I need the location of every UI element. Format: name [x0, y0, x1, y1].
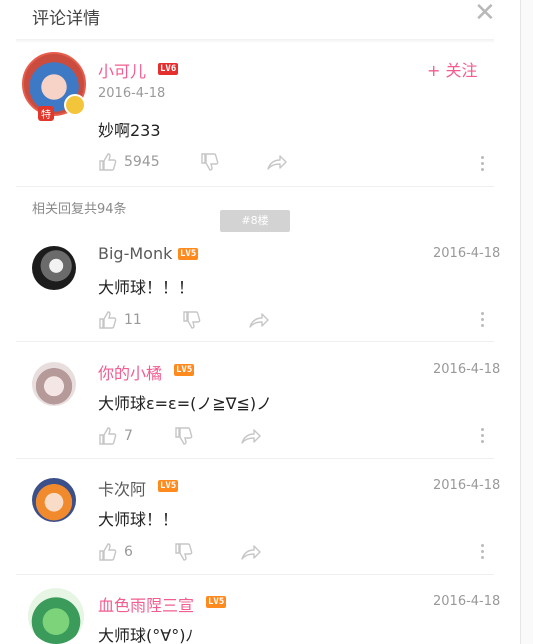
divider — [16, 186, 494, 187]
username[interactable]: 卡次阿 — [98, 476, 146, 500]
level-badge: LV5 — [206, 596, 227, 608]
divider — [16, 574, 494, 575]
comment-content: 大师球！！ — [98, 510, 179, 529]
share-icon[interactable] — [248, 310, 270, 330]
like-icon[interactable] — [98, 426, 118, 446]
header: 评论详情 ✕ — [0, 0, 520, 40]
close-icon[interactable]: ✕ — [474, 0, 496, 26]
comment-content: 大师球(°∀°)ﾉ — [98, 626, 194, 644]
scrollbar-track[interactable] — [520, 0, 533, 644]
list-item: 你的小橘 LV5 2016-4-18 大师球ε=ε=(ノ≧∇≦)ノ 7 — [0, 352, 520, 456]
avatar[interactable] — [28, 588, 84, 644]
more-icon[interactable] — [481, 312, 485, 330]
comment-date: 2016-4-18 — [433, 594, 501, 609]
like-count: 6 — [124, 544, 133, 560]
like-count: 7 — [124, 428, 133, 444]
avatar[interactable] — [32, 478, 76, 522]
avatar[interactable] — [32, 246, 76, 290]
follow-button[interactable]: + 关注 — [427, 57, 478, 81]
comment-date: 2016-4-18 — [433, 362, 501, 377]
list-item: Big-Monk LV5 2016-4-18 大师球！！！ 11 — [0, 236, 520, 340]
divider — [16, 341, 494, 342]
like-icon[interactable] — [98, 310, 118, 330]
comment-content: 大师球ε=ε=(ノ≧∇≦)ノ — [98, 394, 273, 413]
vip-badge-icon — [64, 94, 86, 116]
avatar[interactable] — [32, 362, 76, 406]
level-badge: LV6 — [158, 63, 179, 75]
more-icon[interactable] — [481, 544, 485, 562]
level-badge: LV5 — [174, 364, 195, 376]
more-icon[interactable] — [481, 156, 485, 174]
avatar[interactable]: 特 — [22, 52, 86, 121]
avatar-tag: 特 — [38, 106, 54, 121]
username[interactable]: Big-Monk — [98, 244, 172, 263]
dislike-icon[interactable] — [200, 152, 220, 172]
like-count: 11 — [124, 312, 142, 328]
level-badge: LV5 — [178, 248, 199, 260]
level-badge: LV5 — [158, 480, 179, 492]
dislike-icon[interactable] — [174, 426, 194, 446]
header-divider — [16, 39, 494, 43]
like-icon[interactable] — [98, 152, 118, 172]
comment-content: 妙啊233 — [98, 121, 161, 140]
more-icon[interactable] — [481, 428, 485, 446]
dislike-icon[interactable] — [174, 542, 194, 562]
username[interactable]: 你的小橘 — [98, 360, 162, 384]
replies-count-label: 相关回复共94条 — [32, 202, 127, 217]
share-icon[interactable] — [240, 542, 262, 562]
floor-tag: #8楼 — [220, 210, 290, 232]
page-title: 评论详情 — [32, 9, 100, 29]
share-icon[interactable] — [266, 152, 288, 172]
username[interactable]: 小可儿 — [98, 58, 146, 82]
comment-date: 2016-4-18 — [433, 478, 501, 493]
username[interactable]: 血色雨陧三宣 — [98, 592, 194, 616]
comment-date: 2016-4-18 — [433, 246, 501, 261]
list-item: 卡次阿 LV5 2016-4-18 大师球！！ 6 — [0, 468, 520, 572]
like-icon[interactable] — [98, 542, 118, 562]
divider — [16, 458, 494, 459]
main-comment: 特 小可儿 LV6 2016-4-18 + 关注 妙啊233 5945 — [0, 44, 520, 185]
like-count: 5945 — [124, 154, 160, 170]
share-icon[interactable] — [240, 426, 262, 446]
dislike-icon[interactable] — [182, 310, 202, 330]
comment-date: 2016-4-18 — [98, 86, 166, 101]
list-item: 血色雨陧三宣 LV5 2016-4-18 大师球(°∀°)ﾉ — [0, 584, 520, 644]
comment-content: 大师球！！！ — [98, 278, 195, 297]
